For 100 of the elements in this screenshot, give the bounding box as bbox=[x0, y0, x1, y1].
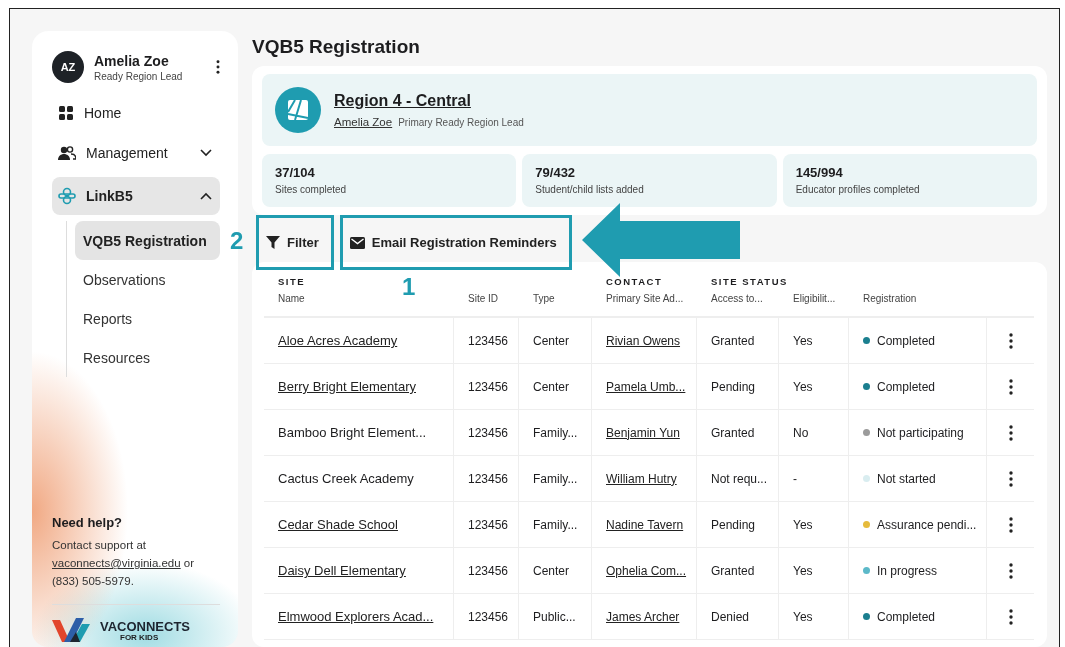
table-cell: Granted bbox=[697, 548, 779, 594]
help-text: Contact support at vaconnects@virginia.edu or (833) 505-5979. bbox=[52, 538, 196, 589]
site-link[interactable]: Daisy Dell Elementary bbox=[278, 563, 406, 578]
people-icon bbox=[58, 145, 76, 161]
arrow-icon bbox=[581, 203, 740, 277]
contact-link[interactable]: William Hutry bbox=[606, 471, 677, 486]
filter-icon bbox=[266, 236, 280, 249]
table-cell: No bbox=[779, 410, 849, 456]
site-link[interactable]: Aloe Acres Academy bbox=[278, 333, 398, 348]
table-cell: Yes bbox=[779, 502, 849, 548]
email-link[interactable]: vaconnects@virginia.edu bbox=[52, 557, 181, 569]
table-cell: Public... bbox=[519, 594, 592, 640]
status-text: In progress bbox=[877, 563, 938, 578]
stat-label: Sites completed bbox=[275, 184, 348, 195]
status-text: Completed bbox=[877, 609, 936, 624]
table-cell: 123456 bbox=[454, 318, 519, 364]
region-title[interactable]: Region 4 - Central bbox=[334, 92, 524, 110]
status-text: Not participating bbox=[877, 425, 964, 440]
action-button[interactable]: Filter bbox=[256, 215, 334, 270]
table-cell: Center bbox=[519, 318, 592, 364]
region-logo-icon bbox=[275, 87, 321, 133]
nav-subitem[interactable]: Resources bbox=[75, 338, 220, 377]
group-header: SITE STATUS bbox=[711, 276, 788, 287]
more-icon[interactable] bbox=[1008, 562, 1013, 579]
table-cell: 123456 bbox=[454, 410, 519, 456]
nav-subitem[interactable]: Reports bbox=[75, 299, 220, 338]
chevron-down-icon bbox=[200, 149, 212, 157]
site-name: Bamboo Bright Element... bbox=[278, 425, 427, 440]
stat-value: 37/104 bbox=[275, 165, 316, 180]
chevron-up-icon bbox=[200, 192, 212, 200]
contact-link[interactable]: Pamela Umb... bbox=[606, 379, 686, 394]
user-name: Amelia Zoe bbox=[94, 52, 170, 69]
stat-label: Student/child lists added bbox=[535, 184, 645, 195]
group-header: SITE bbox=[278, 276, 306, 287]
table-cell: Yes bbox=[779, 318, 849, 364]
status-text: Completed bbox=[877, 333, 936, 348]
table-cell: 123456 bbox=[454, 502, 519, 548]
table-cell: Yes bbox=[779, 364, 849, 410]
contact-link[interactable]: Benjamin Yun bbox=[606, 425, 680, 440]
more-icon[interactable] bbox=[1008, 332, 1013, 349]
nav-item[interactable]: Management bbox=[52, 137, 220, 169]
more-icon[interactable] bbox=[1008, 378, 1013, 395]
nav-subitem[interactable]: Observations bbox=[75, 260, 220, 299]
column-header: Eligibilit... bbox=[779, 289, 849, 318]
site-link[interactable]: Cedar Shade School bbox=[278, 517, 398, 532]
more-icon[interactable] bbox=[1008, 470, 1013, 487]
contact-link[interactable]: James Archer bbox=[606, 609, 680, 624]
column-header: Site ID bbox=[454, 289, 519, 318]
contact-link[interactable]: Rivian Owens bbox=[606, 333, 681, 348]
more-icon[interactable] bbox=[1008, 608, 1013, 625]
table-cell: Center bbox=[519, 548, 592, 594]
table-cell: Yes bbox=[779, 548, 849, 594]
column-header: Registration bbox=[849, 289, 987, 318]
status-text: Assurance pendi... bbox=[877, 517, 977, 532]
table-cell: Yes bbox=[779, 594, 849, 640]
table-cell: Granted bbox=[697, 410, 779, 456]
stat-value: 79/432 bbox=[535, 165, 577, 180]
table-cell: Not requ... bbox=[697, 456, 779, 502]
table-cell: Pending bbox=[697, 364, 779, 410]
site-link[interactable]: Berry Bright Elementary bbox=[278, 379, 416, 394]
table-cell: Family... bbox=[519, 456, 592, 502]
status-text: Completed bbox=[877, 379, 936, 394]
table-cell: Center bbox=[519, 364, 592, 410]
nav-subitem[interactable]: VQB5 Registration bbox=[75, 221, 220, 260]
more-icon[interactable] bbox=[1008, 516, 1013, 533]
site-name: Cactus Creek Academy bbox=[278, 471, 414, 486]
grid-icon bbox=[58, 105, 74, 121]
table-cell: Family... bbox=[519, 502, 592, 548]
table-cell: 123456 bbox=[454, 594, 519, 640]
table-cell: Pending bbox=[697, 502, 779, 548]
table-cell: 123456 bbox=[454, 548, 519, 594]
nav-item[interactable]: LinkB5 bbox=[52, 177, 220, 215]
contact-link[interactable]: Ophelia Com... bbox=[606, 563, 687, 578]
column-header: Primary Site Ad... bbox=[592, 289, 697, 318]
contact-link[interactable]: Nadine Tavern bbox=[606, 517, 684, 532]
table-cell: 123456 bbox=[454, 456, 519, 502]
annotation-number: 2 bbox=[230, 227, 244, 255]
table-cell: Family... bbox=[519, 410, 592, 456]
site-link[interactable]: Elmwood Explorers Acad... bbox=[278, 609, 434, 624]
page-title: VQB5 Registration bbox=[252, 36, 421, 58]
action-button[interactable]: Email Registration Reminders bbox=[339, 215, 572, 270]
lead-role: Primary Ready Region Lead bbox=[398, 117, 524, 128]
mail-icon bbox=[349, 236, 365, 249]
status-text: Not started bbox=[877, 471, 936, 486]
lead-link[interactable]: Amelia Zoe bbox=[334, 116, 393, 128]
table-cell: Denied bbox=[697, 594, 779, 640]
table-cell: Granted bbox=[697, 318, 779, 364]
stat-label: Educator profiles completed bbox=[795, 184, 921, 195]
more-icon[interactable] bbox=[1008, 424, 1013, 441]
avatar: AZ bbox=[52, 51, 84, 83]
table-cell: 123456 bbox=[454, 364, 519, 410]
column-header: Access to... bbox=[697, 289, 779, 318]
table-cell: - bbox=[779, 456, 849, 502]
help-title: Need help? bbox=[52, 515, 124, 530]
more-icon[interactable] bbox=[216, 60, 220, 74]
group-header: CONTACT bbox=[606, 276, 663, 287]
user-role: Ready Region Lead bbox=[94, 70, 183, 82]
nav-item[interactable]: Home bbox=[52, 97, 220, 129]
logo-tagline: FOR KIDS bbox=[119, 633, 160, 642]
column-header: Type bbox=[519, 289, 592, 318]
